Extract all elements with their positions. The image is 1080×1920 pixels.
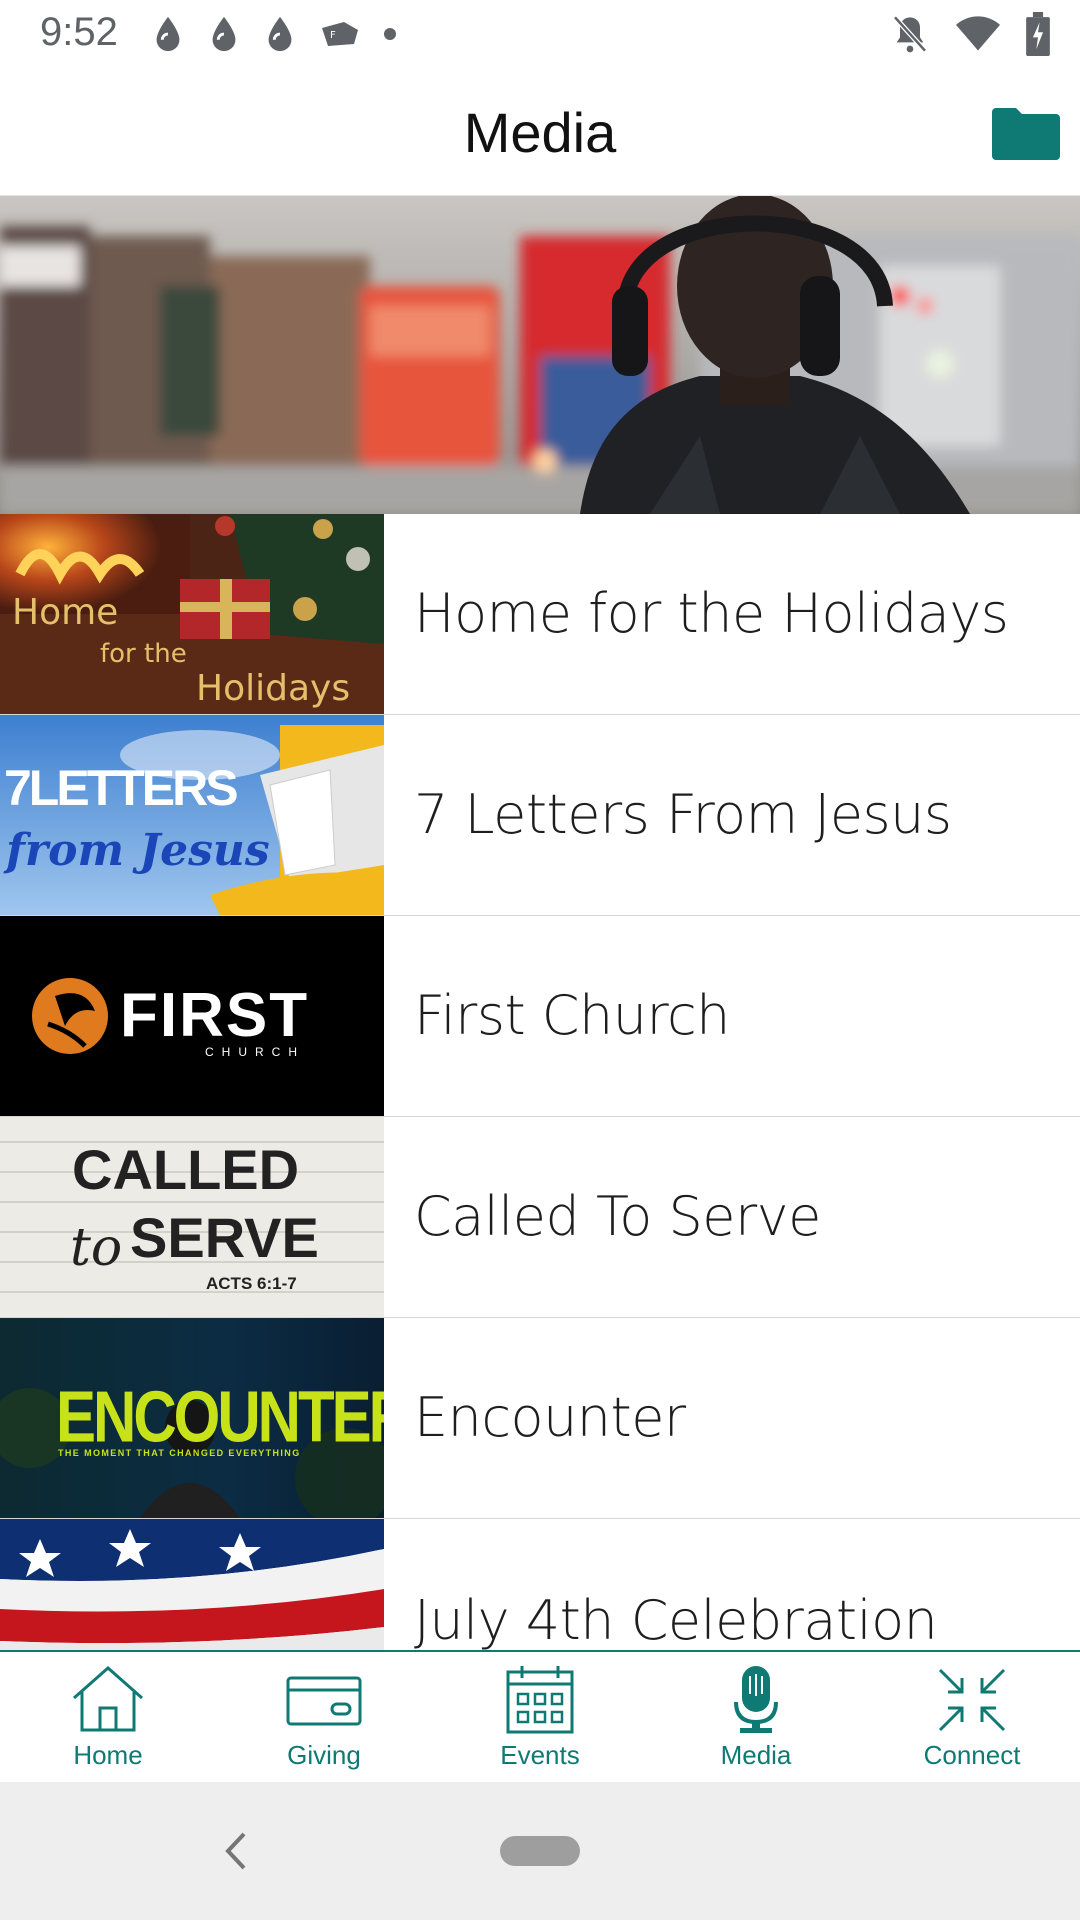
nav-item-home[interactable]: Home: [0, 1652, 216, 1782]
media-list-item[interactable]: ENCOUNTER THE MOMENT THAT CHANGED EVERYT…: [0, 1318, 1080, 1519]
microphone-icon: [734, 1666, 778, 1733]
media-list-item-title: July 4th Celebration: [414, 1589, 938, 1650]
nav-item-events[interactable]: Events: [432, 1652, 648, 1782]
thumb-title-line: Holidays: [196, 668, 350, 709]
page-title: Media: [463, 101, 617, 164]
thumb-title-line: CALLED: [72, 1138, 299, 1201]
status-system-icons: [890, 12, 1050, 56]
media-list-item[interactable]: July 4th Celebration: [0, 1519, 1080, 1650]
series-thumbnail: Home for the Holidays: [0, 514, 384, 714]
series-thumbnail: FIRST CHURCH: [0, 916, 384, 1116]
media-list-item-title: Encounter: [414, 1386, 686, 1449]
dot-icon: [384, 28, 396, 40]
thumb-title-line: CHURCH: [205, 1045, 305, 1059]
folder-button[interactable]: [990, 102, 1062, 164]
media-list-item-title: Called To Serve: [414, 1185, 821, 1248]
notifications-off-icon: [893, 15, 927, 53]
series-thumbnail: [0, 1519, 384, 1650]
media-list-item-title: Home for the Holidays: [414, 582, 1009, 645]
thumb-title-line: to: [70, 1218, 122, 1278]
app-bar: Media: [0, 72, 1080, 196]
thumb-title-line: ACTS 6:1-7: [206, 1274, 297, 1293]
nav-label: Media: [720, 1740, 792, 1770]
wifi-icon: [956, 16, 1000, 51]
status-bar: 9:52 F: [0, 0, 1080, 72]
media-series-list: Home for the Holidays Home for the Holid…: [0, 514, 1080, 1650]
folder-icon: [992, 108, 1060, 160]
connect-arrows-icon: [938, 1668, 1006, 1732]
drop-icon: [156, 16, 180, 52]
nav-item-connect[interactable]: Connect: [864, 1652, 1080, 1782]
series-thumbnail: CALLED to SERVE ACTS 6:1-7: [0, 1117, 384, 1317]
series-thumbnail: ENCOUNTER THE MOMENT THAT CHANGED EVERYT…: [0, 1318, 384, 1518]
home-icon: [73, 1665, 143, 1732]
bottom-navigation: Home Giving Events Media Connect: [0, 1650, 1080, 1782]
nav-label: Giving: [287, 1740, 361, 1770]
media-list-item-title: First Church: [414, 984, 730, 1047]
status-notification-icons: F: [150, 14, 398, 54]
media-list-item[interactable]: Home for the Holidays Home for the Holid…: [0, 514, 1080, 715]
thumb-title-line: ENCOUNTER: [56, 1378, 384, 1458]
thumb-title-line: from Jesus: [3, 825, 270, 876]
media-list-item-title: 7 Letters From Jesus: [414, 783, 952, 846]
thumb-title-line: for the: [100, 639, 187, 669]
drop-icon: [268, 16, 292, 52]
thumb-title-line: FIRST: [120, 981, 309, 1050]
thumb-title-line: Home: [12, 592, 118, 633]
media-list-item[interactable]: CALLED to SERVE ACTS 6:1-7 Called To Ser…: [0, 1117, 1080, 1318]
calendar-icon: [506, 1666, 574, 1734]
thumb-title-line: SERVE: [130, 1206, 319, 1269]
back-icon[interactable]: [216, 1826, 256, 1876]
battery-charging-icon: [1026, 12, 1050, 56]
media-list-item[interactable]: FIRST CHURCH First Church: [0, 916, 1080, 1117]
thumb-title-line: THE MOMENT THAT CHANGED EVERYTHING: [58, 1448, 301, 1458]
nav-label: Events: [500, 1740, 580, 1770]
home-pill[interactable]: [500, 1836, 580, 1866]
media-list-item[interactable]: 7LETTERS from Jesus 7 Letters From Jesus: [0, 715, 1080, 916]
nav-item-media[interactable]: Media: [648, 1652, 864, 1782]
hero-banner-image: [0, 196, 1080, 514]
thumb-title-line: 7LETTERS: [4, 760, 237, 816]
nav-item-giving[interactable]: Giving: [216, 1652, 432, 1782]
svg-text:F: F: [330, 30, 336, 41]
system-navigation-bar: [0, 1782, 1080, 1920]
app-logo-icon: F: [322, 22, 358, 46]
drop-icon: [212, 16, 236, 52]
nav-label: Home: [73, 1740, 143, 1770]
nav-label: Connect: [923, 1740, 1021, 1770]
status-time: 9:52: [40, 10, 118, 54]
series-thumbnail: 7LETTERS from Jesus: [0, 715, 384, 915]
credit-card-icon: [286, 1676, 362, 1726]
